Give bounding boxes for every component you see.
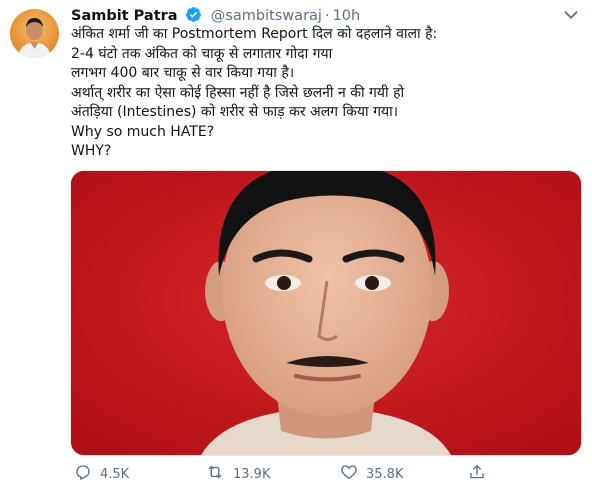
tweet-text-line: अंतड़िया (Intestines) को शरीर से फाड़ कर…	[71, 104, 399, 120]
more-options-chevron-icon[interactable]	[560, 4, 582, 26]
separator-dot: ·	[324, 8, 330, 24]
author-name[interactable]: Sambit Patra	[71, 8, 178, 24]
share-icon	[468, 463, 486, 485]
reply-count: 4.5K	[100, 466, 130, 482]
reply-icon	[74, 463, 100, 485]
author-handle[interactable]: @sambitswaraj	[211, 8, 322, 24]
tweet-text-line: लगभग 400 बार चाकू से वार किया गया है।	[71, 65, 295, 81]
retweet-icon	[205, 463, 233, 485]
tweet[interactable]: Sambit Patra @sambitswaraj · 10h अंकित शर्…	[0, 0, 592, 497]
tweet-text-line: WHY?	[71, 143, 112, 159]
retweet-button[interactable]: 13.9K	[205, 462, 270, 486]
author-avatar[interactable]	[10, 9, 59, 58]
tweet-header: Sambit Patra @sambitswaraj · 10h	[71, 6, 360, 26]
tweet-actions: 4.5K 13.9K 35.8K	[70, 462, 580, 486]
tweet-timestamp[interactable]: 10h	[333, 8, 361, 24]
tweet-text-line: अर्थात् शरीर का ऐसा कोई हिस्सा नहीं है ज…	[71, 84, 405, 101]
tweet-text-line: Why so much HATE?	[71, 123, 215, 140]
share-button[interactable]	[468, 462, 486, 486]
tweet-photo[interactable]	[70, 170, 582, 456]
retweet-count: 13.9K	[233, 466, 271, 482]
like-count: 35.8K	[366, 466, 404, 482]
tweet-text-line: अंकित शर्मा जी का Postmortem Report दिल …	[71, 26, 438, 42]
tweet-text-line: 2-4 घंटो तक अंकित को चाकू से लगातार गोदा…	[71, 45, 333, 62]
like-button[interactable]: 35.8K	[340, 462, 403, 486]
tweet-text: अंकित शर्मा जी का Postmortem Report दिल …	[71, 25, 576, 162]
heart-icon	[340, 463, 366, 485]
reply-button[interactable]: 4.5K	[74, 462, 129, 486]
